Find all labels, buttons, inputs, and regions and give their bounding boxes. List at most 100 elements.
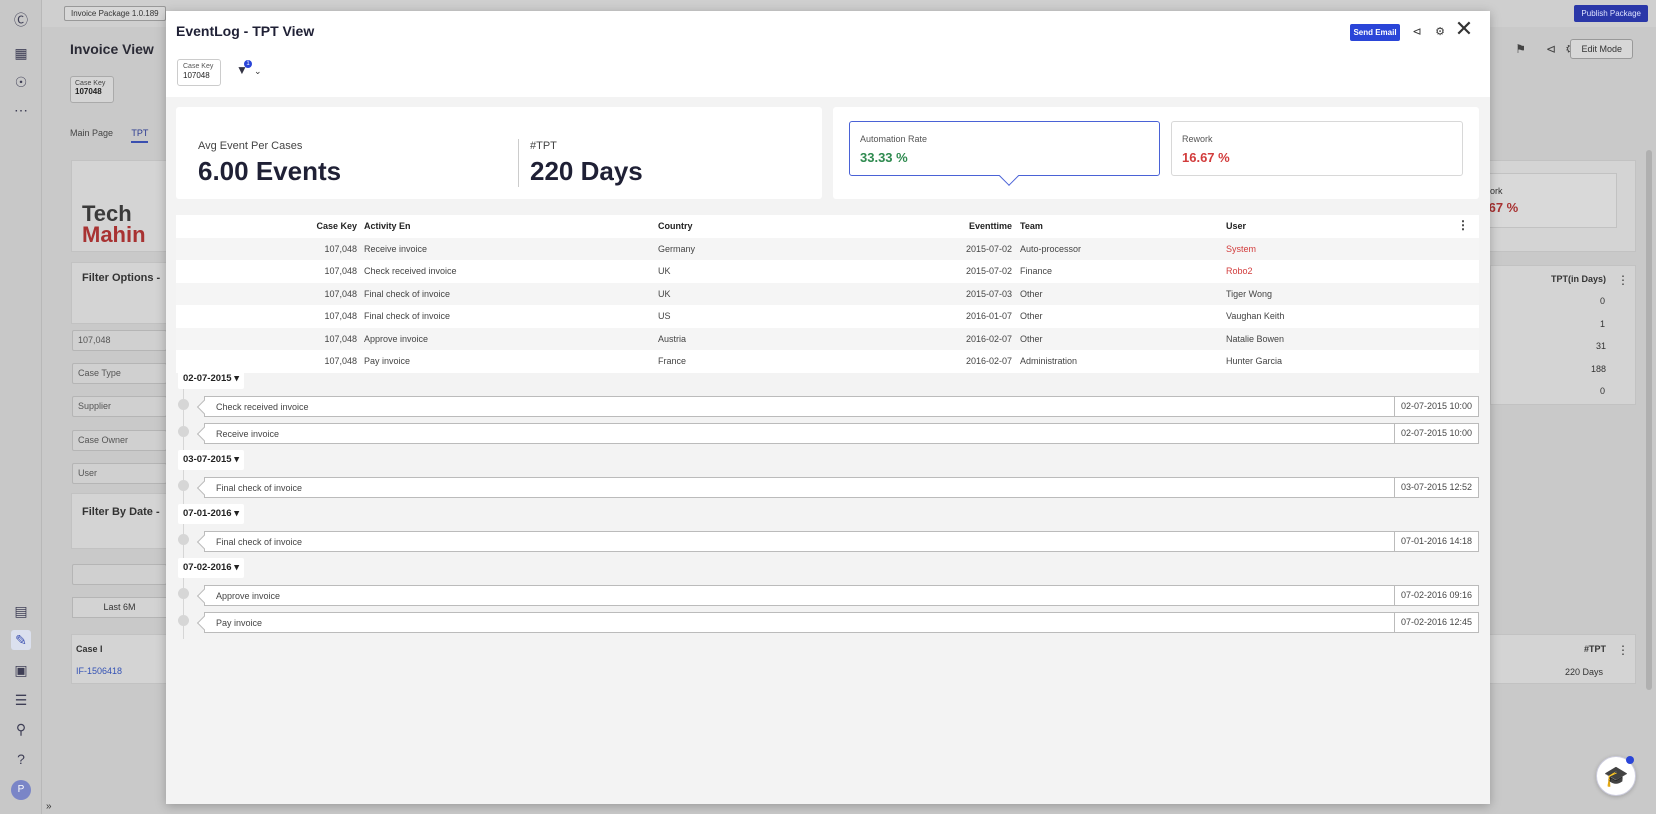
table-row[interactable]: 107,048 Check received invoice UK 2015-07-0… [176,260,1479,283]
bookmark-icon[interactable]: ⚑ [1515,42,1526,56]
case-key-label: Case Key [75,80,106,87]
tpt-menu-icon[interactable]: ⋮ [1617,273,1629,287]
event-table: Case Key Activity En Country Eventtime T… [176,215,1479,373]
package-icon[interactable]: ▣ [11,660,31,680]
rework-label: Rework [1182,134,1213,144]
timeline-date-toggle[interactable]: 02-07-2015 ▾ [178,369,245,389]
tpt-value: 1 [1600,319,1606,329]
filter-options-heading: Filter Options - [82,272,161,284]
share-icon[interactable]: ⊲ [1546,42,1556,56]
date-range-input[interactable] [72,564,167,585]
table-row[interactable]: 107,048 Receive invoice Germany 2015-07-02 A… [176,237,1479,260]
sliders-icon[interactable]: ☰ [11,690,31,710]
avatar[interactable]: P [11,780,31,800]
case-link[interactable]: IF-1506418 [76,666,122,676]
case-type-input[interactable]: Case Type [72,363,167,384]
cases-menu-icon[interactable]: ⋮ [1617,643,1629,657]
cell-activity: Check received invoice [364,266,457,276]
more-icon[interactable]: ⋯ [11,100,31,120]
case-owner-input[interactable]: Case Owner [72,430,167,451]
modal-header: EventLog - TPT View Send Email ⊲ ⚙ ✕ Cas… [166,11,1490,97]
timeline-activity: Pay invoice [216,618,263,628]
automation-rate-card[interactable]: Automation Rate 33.33 % [849,121,1160,186]
col-team[interactable]: Team [1020,221,1043,231]
timeline-item[interactable]: Final check of invoice 03-07-2015 12:52 [204,477,1479,498]
timeline-time: 03-07-2015 12:52 [1393,478,1478,497]
timeline-time: 07-02-2016 12:45 [1393,613,1478,632]
cell-case-key: 107,048 [324,266,357,276]
timeline-date-toggle[interactable]: 07-01-2016 ▾ [178,504,245,524]
background-case-key[interactable]: Case Key 107048 [70,76,114,103]
last-6m-button[interactable]: Last 6M [72,597,167,618]
timeline-time: 02-07-2015 10:00 [1393,424,1478,443]
timeline-item[interactable]: Pay invoice 07-02-2016 12:45 [204,612,1479,633]
col-user[interactable]: User [1226,221,1246,231]
chevron-down-icon[interactable]: ⌄ [254,66,262,77]
automation-rate-label: Automation Rate [860,134,928,144]
cell-eventtime: 2016-01-07 [965,311,1012,321]
rework-card[interactable]: Rework 16.67 % [1171,121,1463,176]
cell-case-key: 107,048 [324,243,357,254]
publish-package-button[interactable]: Publish Package [1574,5,1648,22]
cell-eventtime: 2015-07-02 [965,266,1012,276]
compass-icon[interactable]: ☉ [11,72,31,92]
search-icon[interactable]: ⚲ [11,719,31,739]
company-logo: Tech Mahin [82,201,146,246]
settings-icon[interactable]: ⚙ [1432,24,1448,40]
timeline-date-toggle[interactable]: 03-07-2015 ▾ [178,450,245,470]
kpi-divider [518,139,519,187]
cell-eventtime: 2016-02-07 [965,356,1012,366]
expand-rail-icon[interactable]: » [46,801,52,812]
timeline-dot [178,534,189,545]
tpt-label: #TPT [530,140,557,152]
close-icon[interactable]: ✕ [1453,18,1475,41]
help-icon[interactable]: ? [11,749,31,769]
table-row[interactable]: 107,048 Final check of invoice UK 2015-07-0… [176,282,1479,305]
tab-tpt[interactable]: TPT [131,128,149,143]
table-row[interactable]: 107,048 Pay invoice France 2016-02-07 Admini… [176,350,1479,373]
edit-page-icon[interactable]: ✎ [11,630,31,650]
col-country[interactable]: Country [658,221,693,231]
timeline-item[interactable]: Receive invoice 02-07-2015 10:00 [204,423,1479,444]
logo-line-1: Tech [82,201,132,226]
timeline-item[interactable]: Final check of invoice 07-01-2016 14:18 [204,531,1479,552]
timeline-date-toggle[interactable]: 07-02-2016 ▾ [178,558,245,578]
case-key-input[interactable]: 107,048 [72,330,167,351]
tpt-list-card [1490,265,1636,405]
user-input[interactable]: User [72,463,167,484]
edit-mode-button[interactable]: Edit Mode [1570,39,1633,59]
table-row[interactable]: 107,048 Final check of invoice US 2016-01-0… [176,305,1479,328]
tpt-value: 0 [1600,296,1606,306]
timeline-activity: Approve invoice [216,591,281,601]
package-select[interactable]: Invoice Package 1.0.189 [64,6,166,21]
col-activity[interactable]: Activity En [364,221,411,231]
database-icon[interactable]: ▤ [11,601,31,621]
tpt-header: #TPT [1584,644,1607,654]
cell-country: France [658,356,687,366]
logo-icon[interactable]: Ⓒ [11,10,31,30]
case-key-filter-chip[interactable]: Case Key 107048 [177,59,221,86]
case-key-label: Case Key [183,63,214,70]
timeline-item[interactable]: Approve invoice 07-02-2016 09:16 [204,585,1479,606]
cell-activity: Final check of invoice [364,311,451,321]
cell-team: Administration [1020,356,1078,366]
tab-main-page[interactable]: Main Page [70,128,113,138]
col-eventtime[interactable]: Eventtime [969,221,1012,231]
timeline-item[interactable]: Check received invoice 02-07-2015 10:00 [204,396,1479,417]
cell-team: Other [1020,333,1043,344]
modal-title: EventLog - TPT View [176,23,315,39]
cell-country: Austria [658,333,687,344]
col-case-key[interactable]: Case Key [316,221,357,231]
apps-grid-icon[interactable]: ▦ [11,43,31,63]
tpt-in-days-header: TPT(in Days) [1551,274,1607,284]
case-id-header: Case I [76,644,103,654]
table-row[interactable]: 107,048 Approve invoice Austria 2016-02-07 O… [176,327,1479,350]
timeline-time: 02-07-2015 10:00 [1393,397,1478,416]
share-icon[interactable]: ⊲ [1409,24,1425,40]
kpi-summary-card: Avg Event Per Cases 6.00 Events #TPT 220… [176,107,822,199]
supplier-input[interactable]: Supplier [72,396,167,417]
page-scrollbar[interactable] [1646,150,1652,690]
send-email-button[interactable]: Send Email [1350,24,1400,41]
timeline-dot [178,480,189,491]
table-menu-icon[interactable]: ⋮ [1457,218,1469,232]
